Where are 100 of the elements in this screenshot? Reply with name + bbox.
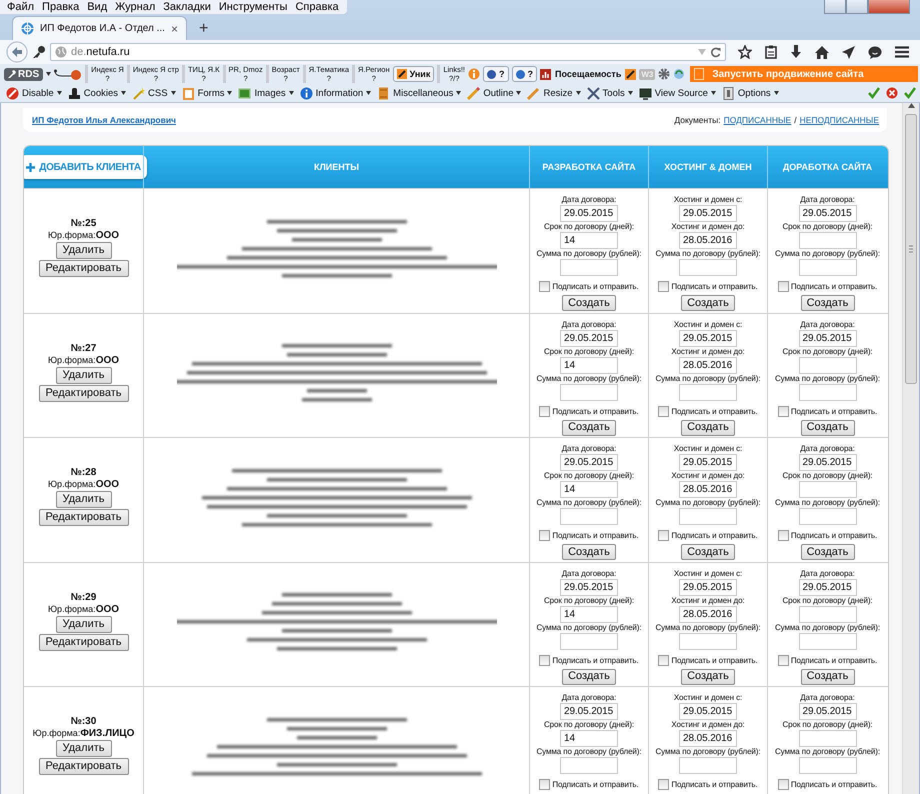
caret-icon[interactable] xyxy=(366,91,372,95)
input-field[interactable] xyxy=(679,384,737,400)
create-button[interactable]: Создать xyxy=(681,420,735,436)
address-field[interactable]: de.netufa.ru xyxy=(50,43,726,61)
input-field[interactable] xyxy=(798,481,856,498)
toolbar-menu-button[interactable]: Disable xyxy=(6,86,62,100)
input-field[interactable] xyxy=(798,508,856,525)
back-button[interactable] xyxy=(6,41,28,63)
input-field[interactable]: 28.05.2016 xyxy=(679,481,737,498)
unsigned-link[interactable]: НЕПОДПИСАННЫЕ xyxy=(800,115,879,125)
menu-item[interactable]: Правка xyxy=(38,0,84,14)
delete-button[interactable]: Удалить xyxy=(56,491,112,508)
menu-item[interactable]: Инструменты xyxy=(214,0,292,14)
checkmark-icon[interactable] xyxy=(868,87,880,99)
minimize-button[interactable] xyxy=(824,0,846,14)
input-field[interactable]: 14 xyxy=(560,730,618,747)
delete-button[interactable]: Удалить xyxy=(56,616,112,633)
toolbar-menu-button[interactable]: CSS xyxy=(132,86,176,100)
input-field[interactable]: 28.05.2016 xyxy=(679,730,737,747)
send-icon[interactable] xyxy=(842,46,855,58)
sign-checkbox[interactable]: Подписать и отправить. xyxy=(778,530,878,541)
input-field[interactable] xyxy=(560,508,618,525)
create-button[interactable]: Создать xyxy=(681,295,735,311)
caret-icon[interactable] xyxy=(576,91,581,95)
checkmark-icon[interactable] xyxy=(904,87,916,99)
sign-checkbox[interactable]: Подписать и отправить. xyxy=(539,281,639,292)
maximize-button[interactable] xyxy=(846,0,868,14)
input-field[interactable]: 29.05.2015 xyxy=(798,703,856,720)
add-client-button[interactable]: ДОБАВИТЬ КЛИЕНТА xyxy=(24,155,147,179)
toolbar-menu-button[interactable]: Information xyxy=(300,86,372,100)
edit-button[interactable]: Редактировать xyxy=(38,758,128,776)
toolbar-menu-button[interactable]: Options xyxy=(722,86,779,100)
sign-checkbox[interactable]: Подписать и отправить. xyxy=(539,779,639,790)
reload-icon[interactable] xyxy=(710,46,721,58)
input-field[interactable]: 29.05.2015 xyxy=(679,578,737,596)
edit-button[interactable]: Редактировать xyxy=(38,634,128,651)
new-tab-button[interactable]: + xyxy=(192,18,214,40)
input-field[interactable] xyxy=(798,259,856,276)
sign-checkbox[interactable]: Подписать и отправить. xyxy=(658,406,758,416)
dropdown-icon[interactable] xyxy=(698,49,706,55)
caret-icon[interactable] xyxy=(227,91,232,95)
sign-checkbox[interactable]: Подписать и отправить. xyxy=(658,654,758,666)
input-field[interactable] xyxy=(798,632,856,650)
signed-link[interactable]: ПОДПИСАННЫЕ xyxy=(724,115,792,125)
home-icon[interactable] xyxy=(815,46,829,58)
caret-icon[interactable] xyxy=(288,91,294,95)
input-field[interactable] xyxy=(798,384,856,400)
sign-checkbox[interactable]: Подписать и отправить. xyxy=(778,779,878,790)
input-field[interactable]: 29.05.2015 xyxy=(560,205,618,222)
create-button[interactable]: Создать xyxy=(681,668,735,684)
toolbar-menu-button[interactable]: Outline xyxy=(467,86,522,100)
create-button[interactable]: Создать xyxy=(562,668,616,684)
toolbar-menu-button[interactable]: View Source xyxy=(638,86,716,100)
input-field[interactable]: 29.05.2015 xyxy=(560,454,618,471)
menu-item[interactable]: Журнал xyxy=(111,0,160,14)
menu-icon[interactable] xyxy=(895,46,909,58)
input-field[interactable]: 29.05.2015 xyxy=(560,330,618,346)
delete-button[interactable]: Удалить xyxy=(56,740,112,758)
sign-checkbox[interactable]: Подписать и отправить. xyxy=(539,530,639,541)
input-field[interactable] xyxy=(679,508,737,525)
scrollbar-thumb[interactable] xyxy=(905,114,917,384)
menu-item[interactable]: Файл xyxy=(3,0,38,14)
chat-icon[interactable] xyxy=(868,46,882,58)
menu-item[interactable]: Закладки xyxy=(159,0,215,14)
create-button[interactable]: Создать xyxy=(562,295,616,311)
input-field[interactable] xyxy=(560,632,618,650)
input-field[interactable] xyxy=(560,384,618,400)
input-field[interactable] xyxy=(560,757,618,774)
menu-item[interactable]: Вид xyxy=(83,0,112,14)
edit-button[interactable]: Редактировать xyxy=(38,384,128,402)
input-field[interactable]: 29.05.2015 xyxy=(679,703,737,720)
input-field[interactable]: 14 xyxy=(560,606,618,622)
create-button[interactable]: Создать xyxy=(681,544,735,560)
toolbar-menu-button[interactable]: Tools xyxy=(586,86,633,100)
toolbar-menu-button[interactable]: Miscellaneous xyxy=(377,86,462,100)
star-icon[interactable] xyxy=(738,45,752,59)
sign-checkbox[interactable]: Подписать и отправить. xyxy=(539,654,639,666)
error-icon[interactable] xyxy=(886,87,898,99)
delete-button[interactable]: Удалить xyxy=(56,366,112,384)
create-button[interactable]: Создать xyxy=(800,295,854,311)
close-button[interactable] xyxy=(868,0,910,14)
caret-icon[interactable] xyxy=(121,91,126,95)
sign-checkbox[interactable]: Подписать и отправить. xyxy=(658,530,758,541)
toolbar-menu-button[interactable]: Forms xyxy=(182,86,232,100)
input-field[interactable] xyxy=(679,757,737,774)
input-field[interactable]: 29.05.2015 xyxy=(798,578,856,596)
toolbar-menu-button[interactable]: Resize xyxy=(527,86,581,100)
caret-icon[interactable] xyxy=(628,91,633,95)
sign-checkbox[interactable]: Подписать и отправить. xyxy=(778,406,878,416)
input-field[interactable] xyxy=(798,606,856,622)
sign-checkbox[interactable]: Подписать и отправить. xyxy=(539,406,639,416)
input-field[interactable] xyxy=(798,757,856,774)
traffic-button[interactable]: Посещаемость xyxy=(540,68,636,80)
sign-checkbox[interactable]: Подписать и отправить. xyxy=(658,779,758,790)
caret-icon[interactable] xyxy=(710,91,716,95)
input-field[interactable] xyxy=(798,730,856,747)
status-badge[interactable]: ? xyxy=(512,66,538,82)
input-field[interactable] xyxy=(560,259,618,276)
toolbar-menu-button[interactable]: Cookies xyxy=(68,86,126,100)
input-field[interactable] xyxy=(679,632,737,650)
